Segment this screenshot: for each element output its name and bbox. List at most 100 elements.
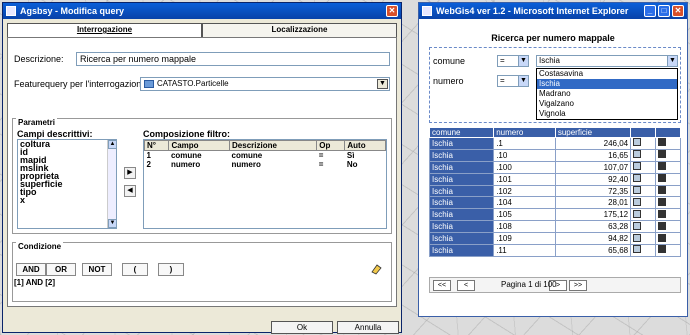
info-icon[interactable] — [658, 233, 667, 242]
info-icon[interactable] — [658, 209, 667, 218]
operator-button-3[interactable]: ( — [122, 263, 148, 276]
close-icon[interactable]: ✕ — [386, 5, 398, 17]
info-cell[interactable] — [655, 184, 681, 198]
info-cell[interactable] — [655, 137, 681, 150]
zoom-cell[interactable] — [630, 208, 657, 222]
operator-button-0[interactable]: AND — [16, 263, 46, 276]
map-icon[interactable] — [633, 186, 642, 194]
chevron-down-icon[interactable]: ▼ — [667, 56, 677, 66]
info-icon[interactable] — [658, 197, 667, 206]
chevron-down-icon[interactable]: ▼ — [377, 79, 388, 89]
zoom-cell[interactable] — [630, 232, 657, 246]
composition-row[interactable]: 1 comune comune = Sì — [145, 151, 386, 160]
zoom-cell[interactable] — [630, 196, 657, 210]
info-cell[interactable] — [655, 196, 681, 210]
pager-button-3[interactable]: >> — [569, 280, 587, 291]
minimize-icon[interactable]: _ — [644, 5, 656, 17]
operator-button-2[interactable]: NOT — [82, 263, 112, 276]
map-icon[interactable] — [633, 221, 642, 230]
field-item[interactable]: x — [18, 196, 116, 205]
info-icon[interactable] — [658, 245, 667, 254]
map-icon[interactable] — [633, 162, 642, 171]
info-icon[interactable] — [658, 138, 667, 147]
fields-listbox[interactable]: coltura id mapid mslink proprieta superficie t… — [17, 139, 117, 229]
zoom-cell[interactable] — [630, 137, 657, 150]
dropdown-option[interactable]: Madrano — [537, 89, 677, 99]
info-cell[interactable] — [655, 160, 681, 174]
dropdown-option[interactable]: Ischia — [537, 79, 677, 89]
zoom-cell[interactable] — [630, 220, 657, 234]
description-input[interactable]: Ricerca per numero mappale — [76, 52, 390, 66]
zoom-cell[interactable] — [630, 184, 657, 198]
operator-button-4[interactable]: ) — [158, 263, 184, 276]
map-icon[interactable] — [633, 150, 642, 159]
table-row[interactable]: Ischia .102 72,35 — [428, 184, 681, 198]
zoom-cell[interactable] — [630, 244, 657, 257]
ok-button[interactable]: Ok — [271, 321, 333, 334]
info-cell[interactable] — [655, 172, 681, 186]
zoom-cell[interactable] — [630, 172, 657, 186]
composition-row[interactable]: 2 numero numero = No — [145, 160, 386, 169]
table-row[interactable]: Ischia .11 65,68 — [428, 244, 681, 257]
composition-header[interactable]: Auto — [344, 140, 386, 151]
move-left-button[interactable]: ◀ — [124, 185, 136, 197]
map-icon[interactable] — [633, 174, 642, 183]
info-cell[interactable] — [655, 148, 681, 162]
composition-header[interactable]: Op — [316, 140, 346, 151]
info-icon[interactable] — [658, 162, 667, 171]
move-right-button[interactable]: ▶ — [124, 167, 136, 179]
table-row[interactable]: Ischia .105 175,12 — [428, 208, 681, 222]
field-item[interactable]: tipo — [18, 188, 116, 197]
info-icon[interactable] — [658, 150, 667, 159]
feature-query-select[interactable]: CATASTO.Particelle ▼ — [140, 77, 390, 91]
composition-header[interactable]: Campo — [168, 140, 231, 151]
tab-localizzazione[interactable]: Localizzazione — [202, 23, 397, 37]
info-cell[interactable] — [655, 244, 681, 257]
field-item[interactable]: coltura — [18, 140, 116, 149]
info-icon[interactable] — [658, 186, 667, 194]
info-cell[interactable] — [655, 220, 681, 234]
scroll-down-icon[interactable]: ▼ — [108, 219, 117, 228]
composition-header[interactable]: Descrizione — [229, 140, 318, 151]
map-icon[interactable] — [633, 209, 642, 218]
info-cell[interactable] — [655, 232, 681, 246]
comune-dropdown-list[interactable]: Costasavina Ischia Madrano Vigalzano Vignola… — [536, 68, 678, 120]
maximize-icon[interactable]: □ — [658, 5, 670, 17]
zoom-cell[interactable] — [630, 160, 657, 174]
table-row[interactable]: Ischia .10 16,65 — [428, 148, 681, 162]
table-row[interactable]: Ischia .108 63,28 — [428, 220, 681, 234]
tab-interrogazione[interactable]: Interrogazione — [7, 23, 202, 37]
fields-scrollbar[interactable]: ▲ ▼ — [107, 140, 117, 228]
map-icon[interactable] — [633, 233, 642, 242]
table-row[interactable]: Ischia .100 107,07 — [428, 160, 681, 174]
zoom-cell[interactable] — [630, 148, 657, 162]
composition-header[interactable]: N° — [143, 140, 170, 151]
map-icon[interactable] — [633, 138, 642, 147]
operator-button-1[interactable]: OR — [46, 263, 76, 276]
cancel-button[interactable]: Annulla — [337, 321, 399, 334]
table-row[interactable]: Ischia .101 92,40 — [428, 172, 681, 186]
dropdown-option[interactable]: Costasavina — [537, 69, 677, 79]
dropdown-option[interactable]: Vignola — [537, 109, 677, 119]
pager-button-1[interactable]: < — [457, 280, 475, 291]
chevron-down-icon[interactable]: ▼ — [518, 76, 528, 86]
numero-operator-select[interactable]: = ▼ — [497, 75, 529, 87]
close-icon[interactable]: ✕ — [672, 5, 684, 17]
chevron-down-icon[interactable]: ▼ — [518, 56, 528, 66]
info-icon[interactable] — [658, 221, 667, 230]
comune-operator-select[interactable]: = ▼ — [497, 55, 529, 67]
dropdown-option[interactable]: Zivignago — [537, 119, 677, 120]
table-row[interactable]: Ischia .104 28,01 — [428, 196, 681, 210]
table-row[interactable]: Ischia .109 94,82 — [428, 232, 681, 246]
table-row[interactable]: Ischia .1 246,04 — [428, 137, 681, 150]
comune-select[interactable]: Ischia ▼ — [536, 55, 678, 67]
pager-button-0[interactable]: << — [433, 280, 451, 291]
map-icon[interactable] — [633, 197, 642, 206]
composition-grid[interactable]: N° Campo Descrizione Op Auto 1 comune comune = S… — [143, 139, 387, 229]
dropdown-option[interactable]: Vigalzano — [537, 99, 677, 109]
info-cell[interactable] — [655, 208, 681, 222]
eraser-icon[interactable] — [370, 263, 382, 275]
info-icon[interactable] — [658, 174, 667, 183]
map-icon[interactable] — [633, 245, 642, 254]
scroll-up-icon[interactable]: ▲ — [108, 140, 117, 149]
